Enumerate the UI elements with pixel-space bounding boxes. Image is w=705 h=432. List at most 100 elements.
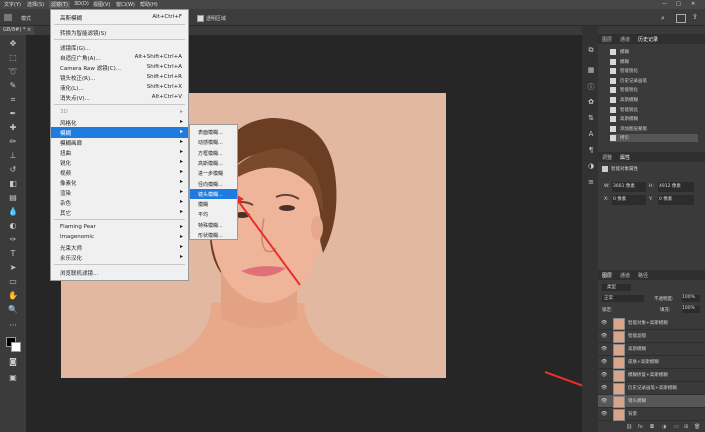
menu-item-label: 方框模糊... <box>198 150 223 157</box>
paths-icon[interactable]: ⇅ <box>584 114 598 126</box>
paragraph-icon[interactable]: ¶ <box>584 146 598 158</box>
adjustment-layer-icon[interactable]: ◑ <box>662 424 666 430</box>
layer-visibility-eye-icon[interactable]: 👁 <box>601 359 607 365</box>
filter-menu-item[interactable]: 其它 ▸ <box>51 207 188 218</box>
layer-row[interactable]: 👁 高斯模糊 <box>598 343 705 356</box>
layer-visibility-eye-icon[interactable]: 👁 <box>601 320 607 326</box>
tab-layers-top[interactable]: 图层 <box>602 36 612 43</box>
layer-kind-filter[interactable]: 类型 <box>602 284 631 291</box>
blur-menu-item[interactable]: 方框模糊... <box>190 148 237 158</box>
info-icon[interactable]: ⓘ <box>584 82 598 94</box>
new-layer-icon[interactable]: ⊞ <box>684 424 688 430</box>
blend-mode-select[interactable]: 正常 <box>602 295 644 302</box>
delete-layer-icon[interactable]: 🗑 <box>694 424 700 430</box>
h-field[interactable]: 4912 像素 <box>658 182 694 192</box>
tab-paths[interactable]: 路径 <box>638 272 648 279</box>
menu-item-label: 高斯模糊... <box>198 160 223 167</box>
swatches-icon[interactable]: ▦ <box>584 66 598 78</box>
brush-settings-icon[interactable]: ✿ <box>584 98 598 110</box>
filter-menu-item[interactable]: 消失点(V)... Alt+Ctrl+V <box>51 92 188 103</box>
smart-object-icon <box>602 166 608 172</box>
history-item[interactable]: 智能锐化 <box>610 86 698 94</box>
menu-item-label: 进一步模糊 <box>198 171 224 178</box>
link-layers-icon[interactable]: ⛓ <box>626 424 632 430</box>
fill-field[interactable]: 100% <box>682 306 700 313</box>
tab-properties[interactable]: 属性 <box>620 154 630 161</box>
blur-menu-item[interactable]: 表面模糊... <box>190 127 237 137</box>
layer-row[interactable]: 👁 镜头模糊 <box>598 395 705 408</box>
x-label: X: <box>604 197 609 202</box>
fx-icon[interactable]: fx <box>638 424 643 430</box>
blur-menu-item[interactable]: 高斯模糊... <box>190 158 237 168</box>
menu-item-label: 液化(L)... <box>60 86 84 92</box>
history-panel-icon[interactable]: ⧉ <box>584 46 598 58</box>
menu-item-label: 动感模糊... <box>198 140 223 147</box>
menu-item-shortcut: Shift+Ctrl+R <box>146 74 182 80</box>
history-item[interactable]: 历史记录画笔 <box>610 77 698 85</box>
tab-history[interactable]: 历史记录 <box>638 36 658 43</box>
history-item[interactable]: 智能锐化 <box>610 106 698 114</box>
history-item[interactable]: 添加图层蒙版 <box>610 125 698 133</box>
menu-separator <box>54 24 185 25</box>
tab-layers[interactable]: 图层 <box>602 272 612 279</box>
layer-visibility-eye-icon[interactable]: 👁 <box>601 346 607 352</box>
filter-menu-item[interactable]: 转换为智能滤镜(S) <box>51 27 188 38</box>
menu-item-label: 永乐汉化 <box>60 256 83 262</box>
blur-menu-item[interactable]: 动感模糊... <box>190 137 237 147</box>
filter-menu-item[interactable]: 高斯模糊 Alt+Ctrl+F <box>51 12 188 23</box>
menu-item-label: 消失点(V)... <box>60 96 90 102</box>
blur-menu-item[interactable]: 平均 <box>190 209 237 219</box>
history-item-icon <box>610 49 616 55</box>
layer-row[interactable]: 👁 智能对象+高斯模糊 <box>598 317 705 330</box>
blur-menu-item[interactable]: 镜头模糊... <box>190 188 237 199</box>
layer-row[interactable]: 👁 历史记录画笔+高斯模糊 <box>598 382 705 395</box>
tab-adjustments[interactable]: 调整 <box>602 154 612 161</box>
history-item-icon <box>610 68 616 75</box>
history-item-icon <box>610 125 616 132</box>
layer-row[interactable]: 👁 皮肤+高斯模糊 <box>598 356 705 369</box>
tab-channels[interactable]: 通道 <box>620 272 630 279</box>
submenu-arrow-icon: ▸ <box>179 208 183 215</box>
menu-item-label: 平均 <box>198 212 209 219</box>
filter-menu-item[interactable]: 永乐汉化 ▸ <box>51 252 188 263</box>
properties-icon[interactable]: ≡ <box>584 178 598 190</box>
add-mask-icon[interactable]: ◘ <box>650 424 654 430</box>
history-item[interactable]: 高斯模糊 <box>610 96 698 104</box>
adjustments-icon[interactable]: ◑ <box>584 162 598 174</box>
y-field[interactable]: 0 像素 <box>658 195 694 205</box>
blur-menu-item[interactable]: 径向模糊... <box>190 179 237 189</box>
layer-visibility-eye-icon[interactable]: 👁 <box>601 372 607 378</box>
tab-channels-top[interactable]: 通道 <box>620 36 630 43</box>
blur-menu-item[interactable]: 模糊 <box>190 199 237 209</box>
layer-row[interactable]: 👁 模糊修复+高斯模糊 <box>598 369 705 382</box>
layer-visibility-eye-icon[interactable]: 👁 <box>601 385 607 391</box>
history-item[interactable]: 模糊 <box>610 58 698 66</box>
fill-label: 填充: <box>660 308 671 313</box>
layer-name: 模糊修复+高斯模糊 <box>628 373 668 378</box>
history-item[interactable]: 智能锐化 <box>610 67 698 75</box>
blur-menu-item[interactable]: 形状模糊... <box>190 230 237 240</box>
history-item[interactable]: 高斯模糊 <box>610 115 698 123</box>
x-field[interactable]: 0 像素 <box>612 195 646 205</box>
submenu-arrow-icon: ▸ <box>179 233 183 240</box>
opacity-field[interactable]: 100% <box>682 295 700 302</box>
menu-item-label: Imagenomic <box>60 234 94 240</box>
layer-row[interactable]: 👁 背景 <box>598 408 705 421</box>
w-field[interactable]: 3661 像素 <box>612 182 646 192</box>
menu-item-label: 转换为智能滤镜(S) <box>60 31 107 37</box>
history-item[interactable]: 模糊 <box>610 48 698 56</box>
blur-menu-item[interactable]: 进一步模糊 <box>190 168 237 178</box>
new-group-icon[interactable]: ▭ <box>674 424 679 430</box>
lock-label: 锁定: <box>602 308 613 313</box>
layer-row[interactable]: 👁 智能滤镜 <box>598 330 705 343</box>
history-item-label: 拷贝 <box>620 136 629 142</box>
blur-menu-item[interactable]: 特殊模糊... <box>190 220 237 230</box>
history-item-label: 高斯模糊 <box>620 98 638 103</box>
layer-visibility-eye-icon[interactable]: 👁 <box>601 411 607 417</box>
history-item-label: 模糊 <box>620 50 629 55</box>
layer-visibility-eye-icon[interactable]: 👁 <box>601 333 607 339</box>
layer-visibility-eye-icon[interactable]: 👁 <box>601 398 607 404</box>
history-item[interactable]: 拷贝 <box>610 134 698 143</box>
character-icon[interactable]: A <box>584 130 598 142</box>
filter-menu-item[interactable]: 浏览联机滤镜... <box>51 267 188 278</box>
